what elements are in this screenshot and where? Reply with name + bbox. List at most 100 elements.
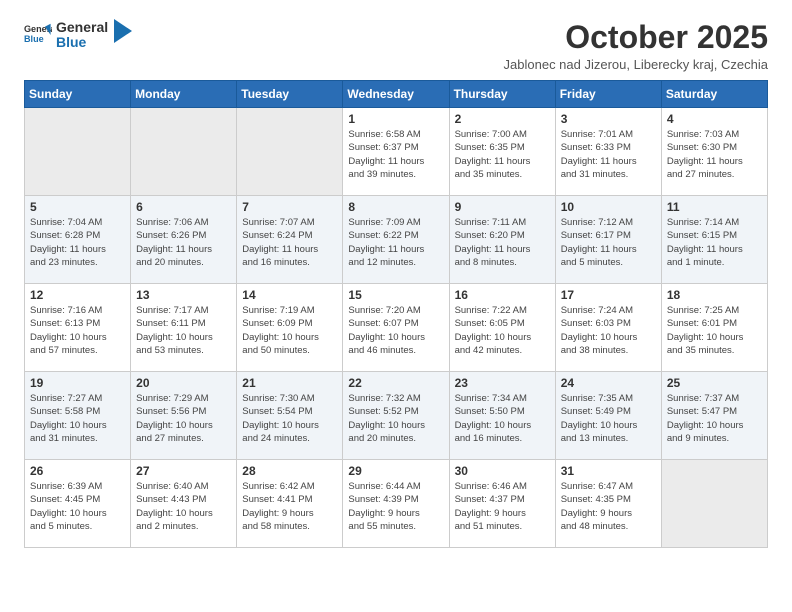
day-number: 25 <box>667 376 762 390</box>
day-info: Sunrise: 7:04 AM Sunset: 6:28 PM Dayligh… <box>30 216 125 269</box>
calendar-day-cell: 28 Sunrise: 6:42 AM Sunset: 4:41 PM Dayli… <box>237 460 343 548</box>
calendar-day-cell: 17Sunrise: 7:24 AM Sunset: 6:03 PM Dayli… <box>555 284 661 372</box>
calendar-day-cell: 15 Sunrise: 7:20 AM Sunset: 6:07 PM Dayli… <box>343 284 449 372</box>
logo-general: General <box>56 20 108 35</box>
day-number: 21 <box>242 376 337 390</box>
calendar-day-cell: 29Sunrise: 6:44 AM Sunset: 4:39 PM Dayli… <box>343 460 449 548</box>
calendar-day-cell: 4Sunrise: 7:03 AM Sunset: 6:30 PM Daylig… <box>661 108 767 196</box>
day-number: 28 <box>242 464 337 478</box>
day-info: Sunrise: 7:34 AM Sunset: 5:50 PM Dayligh… <box>455 392 550 445</box>
calendar-week-row: 19 Sunrise: 7:27 AM Sunset: 5:58 PM Dayli… <box>25 372 768 460</box>
calendar-day-header: Sunday <box>25 81 131 108</box>
calendar-day-header: Friday <box>555 81 661 108</box>
calendar-day-cell: 30 Sunrise: 6:46 AM Sunset: 4:37 PM Dayli… <box>449 460 555 548</box>
svg-text:Blue: Blue <box>24 34 44 44</box>
logo-blue: Blue <box>56 35 108 50</box>
calendar-day-cell: 16 Sunrise: 7:22 AM Sunset: 6:05 PM Dayli… <box>449 284 555 372</box>
day-info: Sunrise: 7:07 AM Sunset: 6:24 PM Dayligh… <box>242 216 337 269</box>
day-info: Sunrise: 7:27 AM Sunset: 5:58 PM Dayligh… <box>30 392 125 445</box>
day-number: 3 <box>561 112 656 126</box>
calendar-day-cell <box>25 108 131 196</box>
day-number: 9 <box>455 200 550 214</box>
day-info: Sunrise: 7:22 AM Sunset: 6:05 PM Dayligh… <box>455 304 550 357</box>
calendar-day-cell: 2 Sunrise: 7:00 AM Sunset: 6:35 PM Daylig… <box>449 108 555 196</box>
calendar-day-header: Tuesday <box>237 81 343 108</box>
day-info: Sunrise: 7:01 AM Sunset: 6:33 PM Dayligh… <box>561 128 656 181</box>
day-number: 22 <box>348 376 443 390</box>
calendar-day-cell: 24 Sunrise: 7:35 AM Sunset: 5:49 PM Dayli… <box>555 372 661 460</box>
day-info: Sunrise: 6:39 AM Sunset: 4:45 PM Dayligh… <box>30 480 125 533</box>
day-number: 19 <box>30 376 125 390</box>
day-info: Sunrise: 7:14 AM Sunset: 6:15 PM Dayligh… <box>667 216 762 269</box>
calendar-day-cell: 25 Sunrise: 7:37 AM Sunset: 5:47 PM Dayli… <box>661 372 767 460</box>
calendar-header-row: SundayMondayTuesdayWednesdayThursdayFrid… <box>25 81 768 108</box>
day-info: Sunrise: 7:16 AM Sunset: 6:13 PM Dayligh… <box>30 304 125 357</box>
calendar-day-header: Wednesday <box>343 81 449 108</box>
day-number: 2 <box>455 112 550 126</box>
day-info: Sunrise: 7:37 AM Sunset: 5:47 PM Dayligh… <box>667 392 762 445</box>
day-info: Sunrise: 7:19 AM Sunset: 6:09 PM Dayligh… <box>242 304 337 357</box>
calendar-day-cell: 12 Sunrise: 7:16 AM Sunset: 6:13 PM Dayli… <box>25 284 131 372</box>
day-info: Sunrise: 7:20 AM Sunset: 6:07 PM Dayligh… <box>348 304 443 357</box>
day-info: Sunrise: 6:42 AM Sunset: 4:41 PM Dayligh… <box>242 480 337 533</box>
calendar-day-cell: 5 Sunrise: 7:04 AM Sunset: 6:28 PM Daylig… <box>25 196 131 284</box>
day-number: 5 <box>30 200 125 214</box>
calendar-day-cell: 13Sunrise: 7:17 AM Sunset: 6:11 PM Dayli… <box>131 284 237 372</box>
day-number: 31 <box>561 464 656 478</box>
calendar-week-row: 12 Sunrise: 7:16 AM Sunset: 6:13 PM Dayli… <box>25 284 768 372</box>
day-number: 15 <box>348 288 443 302</box>
title-area: October 2025 Jablonec nad Jizerou, Liber… <box>504 20 768 72</box>
day-number: 16 <box>455 288 550 302</box>
day-info: Sunrise: 7:35 AM Sunset: 5:49 PM Dayligh… <box>561 392 656 445</box>
day-info: Sunrise: 7:12 AM Sunset: 6:17 PM Dayligh… <box>561 216 656 269</box>
calendar-day-cell: 21Sunrise: 7:30 AM Sunset: 5:54 PM Dayli… <box>237 372 343 460</box>
calendar-day-cell: 23Sunrise: 7:34 AM Sunset: 5:50 PM Dayli… <box>449 372 555 460</box>
calendar-day-header: Thursday <box>449 81 555 108</box>
day-number: 4 <box>667 112 762 126</box>
calendar-day-cell: 11 Sunrise: 7:14 AM Sunset: 6:15 PM Dayli… <box>661 196 767 284</box>
location: Jablonec nad Jizerou, Liberecky kraj, Cz… <box>504 57 768 72</box>
day-info: Sunrise: 6:58 AM Sunset: 6:37 PM Dayligh… <box>348 128 443 181</box>
calendar-day-cell: 27 Sunrise: 6:40 AM Sunset: 4:43 PM Dayli… <box>131 460 237 548</box>
header: General Blue General Blue October 2025 J… <box>24 20 768 72</box>
calendar-day-cell <box>237 108 343 196</box>
calendar-day-cell: 22 Sunrise: 7:32 AM Sunset: 5:52 PM Dayli… <box>343 372 449 460</box>
calendar: SundayMondayTuesdayWednesdayThursdayFrid… <box>24 80 768 548</box>
calendar-day-cell: 3 Sunrise: 7:01 AM Sunset: 6:33 PM Daylig… <box>555 108 661 196</box>
calendar-day-cell: 9 Sunrise: 7:11 AM Sunset: 6:20 PM Daylig… <box>449 196 555 284</box>
logo-icon: General Blue <box>24 21 52 49</box>
day-number: 24 <box>561 376 656 390</box>
day-info: Sunrise: 6:46 AM Sunset: 4:37 PM Dayligh… <box>455 480 550 533</box>
day-number: 11 <box>667 200 762 214</box>
calendar-day-cell: 7 Sunrise: 7:07 AM Sunset: 6:24 PM Daylig… <box>237 196 343 284</box>
day-number: 13 <box>136 288 231 302</box>
day-number: 26 <box>30 464 125 478</box>
day-number: 7 <box>242 200 337 214</box>
day-number: 12 <box>30 288 125 302</box>
month-title: October 2025 <box>504 20 768 55</box>
calendar-day-cell: 19 Sunrise: 7:27 AM Sunset: 5:58 PM Dayli… <box>25 372 131 460</box>
day-info: Sunrise: 7:06 AM Sunset: 6:26 PM Dayligh… <box>136 216 231 269</box>
day-number: 27 <box>136 464 231 478</box>
calendar-week-row: 1Sunrise: 6:58 AM Sunset: 6:37 PM Daylig… <box>25 108 768 196</box>
calendar-day-cell: 10 Sunrise: 7:12 AM Sunset: 6:17 PM Dayli… <box>555 196 661 284</box>
day-info: Sunrise: 7:09 AM Sunset: 6:22 PM Dayligh… <box>348 216 443 269</box>
day-info: Sunrise: 7:32 AM Sunset: 5:52 PM Dayligh… <box>348 392 443 445</box>
logo-arrow-icon <box>114 19 132 43</box>
calendar-week-row: 5 Sunrise: 7:04 AM Sunset: 6:28 PM Daylig… <box>25 196 768 284</box>
day-number: 10 <box>561 200 656 214</box>
day-info: Sunrise: 7:00 AM Sunset: 6:35 PM Dayligh… <box>455 128 550 181</box>
day-number: 8 <box>348 200 443 214</box>
calendar-day-cell: 18Sunrise: 7:25 AM Sunset: 6:01 PM Dayli… <box>661 284 767 372</box>
day-number: 30 <box>455 464 550 478</box>
day-number: 17 <box>561 288 656 302</box>
calendar-day-header: Monday <box>131 81 237 108</box>
calendar-day-header: Saturday <box>661 81 767 108</box>
day-info: Sunrise: 7:11 AM Sunset: 6:20 PM Dayligh… <box>455 216 550 269</box>
day-info: Sunrise: 6:40 AM Sunset: 4:43 PM Dayligh… <box>136 480 231 533</box>
day-info: Sunrise: 6:47 AM Sunset: 4:35 PM Dayligh… <box>561 480 656 533</box>
calendar-day-cell: 6Sunrise: 7:06 AM Sunset: 6:26 PM Daylig… <box>131 196 237 284</box>
day-info: Sunrise: 6:44 AM Sunset: 4:39 PM Dayligh… <box>348 480 443 533</box>
calendar-day-cell: 20Sunrise: 7:29 AM Sunset: 5:56 PM Dayli… <box>131 372 237 460</box>
calendar-day-cell: 8 Sunrise: 7:09 AM Sunset: 6:22 PM Daylig… <box>343 196 449 284</box>
